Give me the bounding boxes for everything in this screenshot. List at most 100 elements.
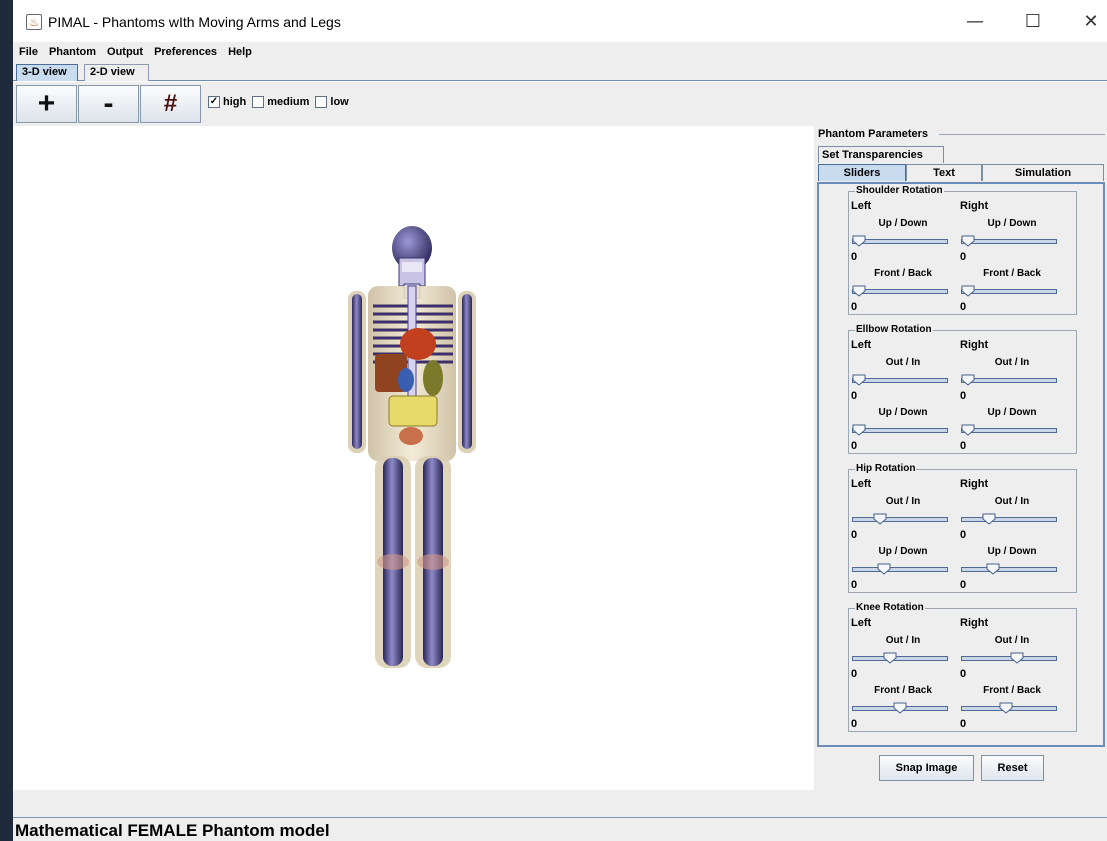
knee-right-slider[interactable] <box>961 702 1057 714</box>
bladder-shape <box>399 427 423 445</box>
3d-viewport[interactable] <box>13 126 814 790</box>
view-tab-bar: 3-D view 2-D view <box>13 62 1107 81</box>
slider-track[interactable] <box>852 239 948 244</box>
slider-thumb[interactable] <box>852 424 866 436</box>
left-side-label: Left <box>851 200 872 212</box>
menu-phantom[interactable]: Phantom <box>43 46 101 58</box>
menu-help[interactable]: Help <box>222 46 257 58</box>
slider-track[interactable] <box>961 428 1057 433</box>
quality-medium-checkbox[interactable] <box>252 96 265 108</box>
zoom-out-button[interactable]: - <box>78 85 139 123</box>
left-slider-value: 0 <box>851 390 858 402</box>
knee-right-slider[interactable] <box>961 652 1057 664</box>
slider-thumb[interactable] <box>1010 652 1024 664</box>
menu-preferences[interactable]: Preferences <box>148 46 222 58</box>
shoulder-left-slider[interactable] <box>852 235 948 247</box>
left-slider-label: Front / Back <box>874 685 932 696</box>
tab-3d-view[interactable]: 3-D view <box>16 64 78 81</box>
slider-thumb[interactable] <box>852 374 866 386</box>
slider-thumb[interactable] <box>852 285 866 297</box>
menu-output[interactable]: Output <box>101 46 148 58</box>
close-button[interactable]: ✕ <box>1071 6 1107 36</box>
slider-thumb[interactable] <box>961 285 975 297</box>
tab-2d-view[interactable]: 2-D view <box>84 64 149 81</box>
slider-thumb[interactable] <box>873 513 887 525</box>
left-slider-label: Up / Down <box>878 218 928 229</box>
maximize-button[interactable]: ☐ <box>1013 6 1053 36</box>
slider-thumb[interactable] <box>961 235 975 247</box>
slider-thumb[interactable] <box>961 424 975 436</box>
right-slider-value: 0 <box>960 529 967 541</box>
phantom-parameters-title: Phantom Parameters <box>818 128 931 140</box>
hip-left-slider[interactable] <box>852 563 948 575</box>
snap-image-button[interactable]: Snap Image <box>879 755 974 781</box>
left-slider-value: 0 <box>851 579 858 591</box>
shoulder-right-slider[interactable] <box>961 285 1057 297</box>
slider-track[interactable] <box>852 517 948 522</box>
shoulder-right-slider[interactable] <box>961 235 1057 247</box>
slider-thumb[interactable] <box>852 235 866 247</box>
grid-icon: # <box>163 90 178 117</box>
hip-rotation-group: Hip Rotation Left Right Out / In 0 Out / In 0 U… <box>848 463 1077 593</box>
elbow-right-slider[interactable] <box>961 424 1057 436</box>
slider-track[interactable] <box>961 289 1057 294</box>
left-slider-label: Out / In <box>885 496 921 507</box>
right-slider-value: 0 <box>960 668 967 680</box>
slider-thumb[interactable] <box>986 563 1000 575</box>
tab-set-transparencies[interactable]: Set Transparencies <box>818 146 944 163</box>
left-slider-label: Out / In <box>885 357 921 368</box>
slider-thumb[interactable] <box>982 513 996 525</box>
window-left-border <box>0 0 13 841</box>
elbow-left-slider[interactable] <box>852 374 948 386</box>
reset-button[interactable]: Reset <box>981 755 1044 781</box>
quality-high-option[interactable]: ✓ high <box>208 96 246 108</box>
slider-track[interactable] <box>961 378 1057 383</box>
tab-sliders[interactable]: Sliders <box>818 164 906 181</box>
tab-simulation[interactable]: Simulation <box>982 164 1104 181</box>
slider-track[interactable] <box>852 428 948 433</box>
elbow-left-slider[interactable] <box>852 424 948 436</box>
slider-track[interactable] <box>961 239 1057 244</box>
right-slider-value: 0 <box>960 579 967 591</box>
slider-thumb[interactable] <box>893 702 907 714</box>
slider-track[interactable] <box>961 656 1057 661</box>
right-slider-label: Up / Down <box>987 407 1037 418</box>
stomach-shape <box>423 360 443 396</box>
quality-medium-option[interactable]: medium <box>252 96 309 108</box>
left-side-label: Left <box>851 478 872 490</box>
quality-low-checkbox[interactable] <box>315 96 328 108</box>
right-slider-label: Up / Down <box>987 546 1037 557</box>
minimize-button[interactable]: — <box>955 6 995 36</box>
grid-toggle-button[interactable]: # <box>140 85 201 123</box>
menu-file[interactable]: File <box>13 46 43 58</box>
hip-right-slider[interactable] <box>961 563 1057 575</box>
quality-high-checkbox[interactable]: ✓ <box>208 96 220 108</box>
slider-track[interactable] <box>852 656 948 661</box>
phantom-parameters-panel: Phantom Parameters Set Transparencies Sl… <box>814 126 1107 790</box>
hip-right-slider[interactable] <box>961 513 1057 525</box>
slider-track[interactable] <box>852 567 948 572</box>
right-side-label: Right <box>960 617 989 629</box>
tab-text[interactable]: Text <box>906 164 982 181</box>
phantom-3d-model <box>348 226 476 668</box>
shoulder-left-slider[interactable] <box>852 285 948 297</box>
slider-track[interactable] <box>852 289 948 294</box>
slider-track[interactable] <box>852 378 948 383</box>
slider-track[interactable] <box>961 567 1057 572</box>
quality-high-label: high <box>223 96 247 108</box>
menu-bar: File Phantom Output Preferences Help <box>13 42 1107 62</box>
toolbar: + - # ✓ high medium low <box>13 82 1107 126</box>
slider-track[interactable] <box>961 517 1057 522</box>
slider-thumb[interactable] <box>877 563 891 575</box>
slider-thumb[interactable] <box>961 374 975 386</box>
right-slider-value: 0 <box>960 718 967 730</box>
elbow-right-slider[interactable] <box>961 374 1057 386</box>
zoom-in-button[interactable]: + <box>16 85 77 123</box>
knee-left-slider[interactable] <box>852 702 948 714</box>
hip-left-slider[interactable] <box>852 513 948 525</box>
quality-low-option[interactable]: low <box>315 96 349 108</box>
slider-thumb[interactable] <box>883 652 897 664</box>
left-slider-label: Out / In <box>885 635 921 646</box>
knee-left-slider[interactable] <box>852 652 948 664</box>
slider-thumb[interactable] <box>999 702 1013 714</box>
